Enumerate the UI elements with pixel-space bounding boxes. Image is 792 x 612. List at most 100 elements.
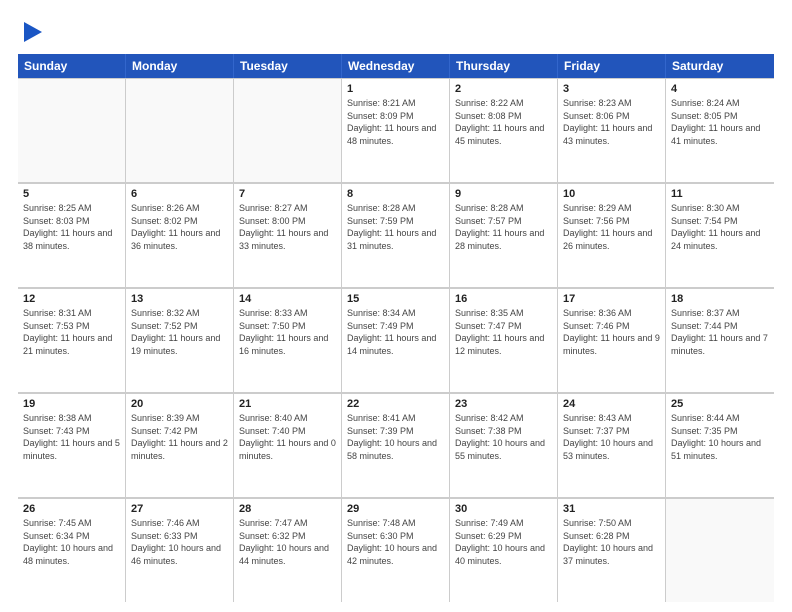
- day-number: 4: [671, 83, 769, 95]
- calendar-cell: 16 Sunrise: 8:35 AM Sunset: 7:47 PM Dayli…: [450, 288, 558, 392]
- day-number: 23: [455, 398, 552, 410]
- calendar-cell: 22 Sunrise: 8:41 AM Sunset: 7:39 PM Dayli…: [342, 393, 450, 497]
- day-info: Sunrise: 7:45 AM Sunset: 6:34 PM Dayligh…: [23, 517, 120, 567]
- calendar-cell: 28 Sunrise: 7:47 AM Sunset: 6:32 PM Dayli…: [234, 498, 342, 602]
- day-number: 18: [671, 293, 769, 305]
- day-info: Sunrise: 8:22 AM Sunset: 8:08 PM Dayligh…: [455, 97, 552, 147]
- day-number: 25: [671, 398, 769, 410]
- day-info: Sunrise: 8:33 AM Sunset: 7:50 PM Dayligh…: [239, 307, 336, 357]
- logo: [18, 18, 42, 46]
- weekday-header-thursday: Thursday: [450, 54, 558, 78]
- day-number: 16: [455, 293, 552, 305]
- calendar-cell: 15 Sunrise: 8:34 AM Sunset: 7:49 PM Dayli…: [342, 288, 450, 392]
- day-info: Sunrise: 8:41 AM Sunset: 7:39 PM Dayligh…: [347, 412, 444, 462]
- calendar-row-4: 19Sunrise: 8:38 AM Sunset: 7:43 PM Dayli…: [18, 393, 774, 498]
- day-number: 28: [239, 503, 336, 515]
- calendar-cell: 29Sunrise: 7:48 AM Sunset: 6:30 PM Dayli…: [342, 498, 450, 602]
- day-number: 13: [131, 293, 228, 305]
- day-info: Sunrise: 7:46 AM Sunset: 6:33 PM Dayligh…: [131, 517, 228, 567]
- calendar-cell: 20Sunrise: 8:39 AM Sunset: 7:42 PM Dayli…: [126, 393, 234, 497]
- weekday-header-friday: Friday: [558, 54, 666, 78]
- calendar-cell: 13 Sunrise: 8:32 AM Sunset: 7:52 PM Dayli…: [126, 288, 234, 392]
- day-info: Sunrise: 8:31 AM Sunset: 7:53 PM Dayligh…: [23, 307, 120, 357]
- calendar-cell: 10 Sunrise: 8:29 AM Sunset: 7:56 PM Dayli…: [558, 183, 666, 287]
- day-number: 29: [347, 503, 444, 515]
- day-info: Sunrise: 8:40 AM Sunset: 7:40 PM Dayligh…: [239, 412, 336, 462]
- day-info: Sunrise: 7:49 AM Sunset: 6:29 PM Dayligh…: [455, 517, 552, 567]
- day-number: 22: [347, 398, 444, 410]
- weekday-header-tuesday: Tuesday: [234, 54, 342, 78]
- calendar-row-2: 5Sunrise: 8:25 AM Sunset: 8:03 PM Daylig…: [18, 183, 774, 288]
- day-info: Sunrise: 8:29 AM Sunset: 7:56 PM Dayligh…: [563, 202, 660, 252]
- day-info: Sunrise: 8:26 AM Sunset: 8:02 PM Dayligh…: [131, 202, 228, 252]
- day-info: Sunrise: 8:21 AM Sunset: 8:09 PM Dayligh…: [347, 97, 444, 147]
- calendar-cell: 27 Sunrise: 7:46 AM Sunset: 6:33 PM Dayli…: [126, 498, 234, 602]
- day-number: 9: [455, 188, 552, 200]
- day-info: Sunrise: 8:43 AM Sunset: 7:37 PM Dayligh…: [563, 412, 660, 462]
- day-info: Sunrise: 8:28 AM Sunset: 7:57 PM Dayligh…: [455, 202, 552, 252]
- calendar-cell: 7 Sunrise: 8:27 AM Sunset: 8:00 PM Daylig…: [234, 183, 342, 287]
- day-number: 6: [131, 188, 228, 200]
- day-info: Sunrise: 8:27 AM Sunset: 8:00 PM Dayligh…: [239, 202, 336, 252]
- day-info: Sunrise: 8:24 AM Sunset: 8:05 PM Dayligh…: [671, 97, 769, 147]
- calendar-cell: 6 Sunrise: 8:26 AM Sunset: 8:02 PM Daylig…: [126, 183, 234, 287]
- calendar-cell: 2 Sunrise: 8:22 AM Sunset: 8:08 PM Daylig…: [450, 78, 558, 182]
- calendar-cell: 23 Sunrise: 8:42 AM Sunset: 7:38 PM Dayli…: [450, 393, 558, 497]
- day-info: Sunrise: 8:28 AM Sunset: 7:59 PM Dayligh…: [347, 202, 444, 252]
- day-info: Sunrise: 8:44 AM Sunset: 7:35 PM Dayligh…: [671, 412, 769, 462]
- page: SundayMondayTuesdayWednesdayThursdayFrid…: [0, 0, 792, 612]
- day-info: Sunrise: 8:30 AM Sunset: 7:54 PM Dayligh…: [671, 202, 769, 252]
- day-number: 11: [671, 188, 769, 200]
- calendar-cell: 25 Sunrise: 8:44 AM Sunset: 7:35 PM Dayli…: [666, 393, 774, 497]
- day-number: 1: [347, 83, 444, 95]
- calendar-cell: 17 Sunrise: 8:36 AM Sunset: 7:46 PM Dayli…: [558, 288, 666, 392]
- day-number: 10: [563, 188, 660, 200]
- calendar-cell: 9 Sunrise: 8:28 AM Sunset: 7:57 PM Daylig…: [450, 183, 558, 287]
- weekday-header-monday: Monday: [126, 54, 234, 78]
- day-info: Sunrise: 8:35 AM Sunset: 7:47 PM Dayligh…: [455, 307, 552, 357]
- day-info: Sunrise: 8:25 AM Sunset: 8:03 PM Dayligh…: [23, 202, 120, 252]
- header: [18, 18, 774, 46]
- calendar-cell: [234, 78, 342, 182]
- weekday-header-sunday: Sunday: [18, 54, 126, 78]
- day-info: Sunrise: 8:32 AM Sunset: 7:52 PM Dayligh…: [131, 307, 228, 357]
- calendar-cell: [666, 498, 774, 602]
- calendar-cell: 12 Sunrise: 8:31 AM Sunset: 7:53 PM Dayli…: [18, 288, 126, 392]
- calendar-cell: 31 Sunrise: 7:50 AM Sunset: 6:28 PM Dayli…: [558, 498, 666, 602]
- day-info: Sunrise: 8:37 AM Sunset: 7:44 PM Dayligh…: [671, 307, 769, 357]
- calendar-row-5: 26 Sunrise: 7:45 AM Sunset: 6:34 PM Dayli…: [18, 498, 774, 602]
- day-number: 20: [131, 398, 228, 410]
- day-info: Sunrise: 8:36 AM Sunset: 7:46 PM Dayligh…: [563, 307, 660, 357]
- day-info: Sunrise: 7:47 AM Sunset: 6:32 PM Dayligh…: [239, 517, 336, 567]
- calendar-cell: 4 Sunrise: 8:24 AM Sunset: 8:05 PM Daylig…: [666, 78, 774, 182]
- calendar-cell: [126, 78, 234, 182]
- calendar-cell: 11 Sunrise: 8:30 AM Sunset: 7:54 PM Dayli…: [666, 183, 774, 287]
- day-number: 8: [347, 188, 444, 200]
- calendar-cell: 26 Sunrise: 7:45 AM Sunset: 6:34 PM Dayli…: [18, 498, 126, 602]
- day-number: 17: [563, 293, 660, 305]
- calendar-cell: 5Sunrise: 8:25 AM Sunset: 8:03 PM Daylig…: [18, 183, 126, 287]
- calendar-body: 1 Sunrise: 8:21 AM Sunset: 8:09 PM Daylig…: [18, 78, 774, 602]
- day-info: Sunrise: 8:34 AM Sunset: 7:49 PM Dayligh…: [347, 307, 444, 357]
- day-number: 15: [347, 293, 444, 305]
- calendar-cell: 8 Sunrise: 8:28 AM Sunset: 7:59 PM Daylig…: [342, 183, 450, 287]
- day-number: 26: [23, 503, 120, 515]
- day-number: 27: [131, 503, 228, 515]
- day-number: 31: [563, 503, 660, 515]
- day-number: 14: [239, 293, 336, 305]
- calendar-cell: [18, 78, 126, 182]
- day-number: 21: [239, 398, 336, 410]
- day-info: Sunrise: 8:23 AM Sunset: 8:06 PM Dayligh…: [563, 97, 660, 147]
- calendar-cell: 30Sunrise: 7:49 AM Sunset: 6:29 PM Dayli…: [450, 498, 558, 602]
- calendar-cell: 18 Sunrise: 8:37 AM Sunset: 7:44 PM Dayli…: [666, 288, 774, 392]
- day-info: Sunrise: 7:50 AM Sunset: 6:28 PM Dayligh…: [563, 517, 660, 567]
- day-number: 12: [23, 293, 120, 305]
- day-number: 2: [455, 83, 552, 95]
- calendar-header: SundayMondayTuesdayWednesdayThursdayFrid…: [18, 54, 774, 78]
- day-number: 19: [23, 398, 120, 410]
- day-number: 7: [239, 188, 336, 200]
- calendar-row-3: 12 Sunrise: 8:31 AM Sunset: 7:53 PM Dayli…: [18, 288, 774, 393]
- calendar-cell: 1 Sunrise: 8:21 AM Sunset: 8:09 PM Daylig…: [342, 78, 450, 182]
- day-info: Sunrise: 8:42 AM Sunset: 7:38 PM Dayligh…: [455, 412, 552, 462]
- weekday-header-wednesday: Wednesday: [342, 54, 450, 78]
